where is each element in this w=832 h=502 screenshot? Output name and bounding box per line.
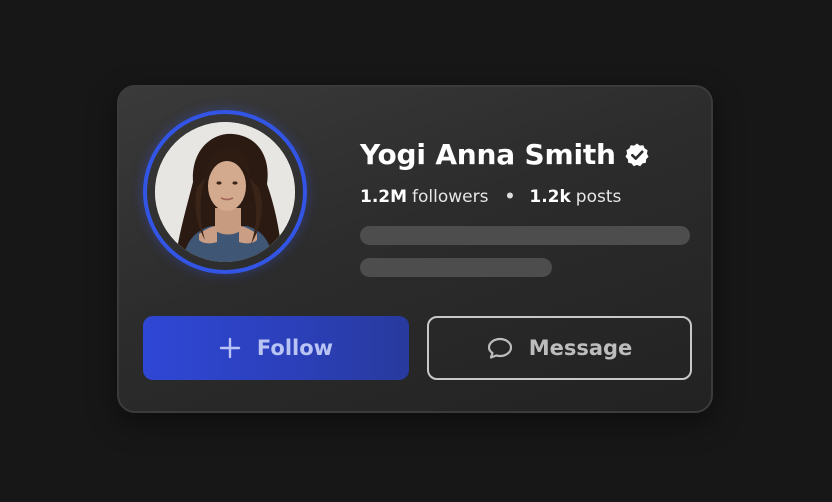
chat-bubble-icon: [487, 336, 513, 360]
profile-card: Yogi Anna Smith 1.2M followers • 1.2k po…: [117, 85, 713, 413]
avatar[interactable]: [155, 122, 295, 262]
posts-count: 1.2k: [529, 187, 571, 207]
follow-button-label: Follow: [256, 336, 334, 360]
stats-separator: •: [504, 187, 516, 207]
bio-placeholder-line-1: [360, 226, 690, 245]
plus-icon: [219, 337, 241, 359]
followers-label: followers: [412, 187, 489, 207]
profile-name[interactable]: Yogi Anna Smith: [360, 138, 616, 171]
posts-label: posts: [575, 187, 622, 207]
message-button-label: Message: [528, 336, 633, 360]
profile-stats: 1.2M followers • 1.2k posts: [360, 187, 621, 207]
follow-button[interactable]: Follow: [143, 316, 409, 380]
followers-count: 1.2M: [360, 187, 408, 207]
name-row: Yogi Anna Smith: [360, 138, 650, 171]
avatar-photo: [155, 122, 295, 262]
bio-placeholder-line-2: [360, 258, 552, 277]
avatar-ring: [143, 110, 307, 274]
message-button[interactable]: Message: [427, 316, 692, 380]
verified-badge-icon: [624, 142, 650, 168]
